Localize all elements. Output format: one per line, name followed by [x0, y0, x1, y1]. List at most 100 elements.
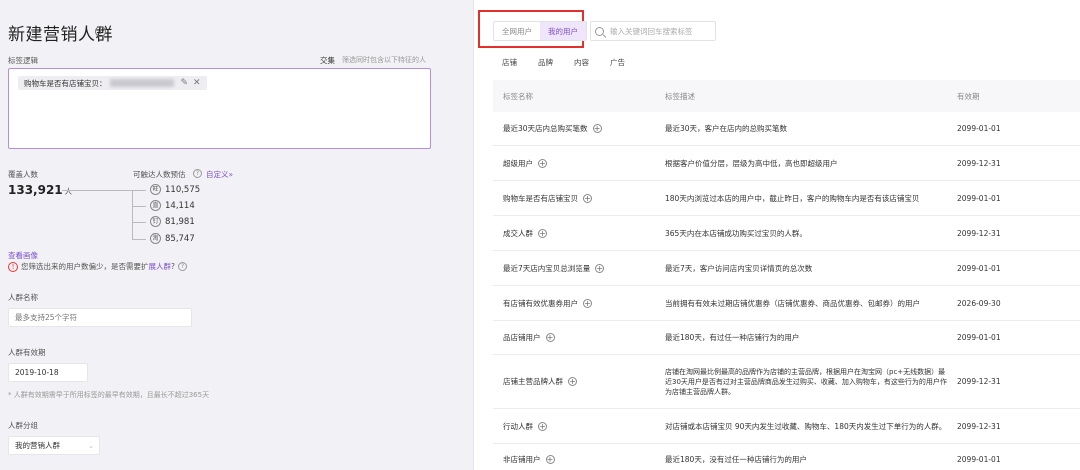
tag-desc: 180天内浏览过本店的用户中，截止昨日，客户的购物车内是否有该店铺宝贝 [665, 193, 920, 203]
warning-text: 您筛选出来的用户数偏少，是否需要扩 [21, 262, 149, 271]
tag-chip-label: 购物车是否有店铺宝贝： [24, 78, 107, 88]
warning-icon: ! [8, 261, 18, 272]
col-date-header: 有效期 [957, 91, 980, 101]
name-input[interactable] [8, 308, 192, 327]
add-tag-icon[interactable]: + [583, 298, 592, 308]
seg-all-users[interactable]: 全网用户 [494, 22, 540, 40]
portrait-link[interactable]: 查看画像 [8, 250, 38, 261]
tree-line [132, 190, 146, 191]
close-icon[interactable]: ✕ [193, 78, 201, 88]
search-icon [595, 26, 604, 36]
table-row: 品店铺用户 + 最近180天，有过任一种店铺行为的用户 2099-01-01 [493, 321, 1080, 355]
add-tag-icon[interactable]: + [545, 333, 555, 342]
table-row: 最近7天店内宝贝总浏览量 + 最近7天，客户访问店内宝贝详情页的总次数 2099-… [493, 251, 1080, 286]
tag-date: 2099-01-01 [957, 263, 1001, 273]
tab-ads[interactable]: 广告 [610, 57, 625, 68]
tag-date: 2099-12-31 [957, 158, 1001, 168]
tag-name: 最近7天店内宝贝总浏览量 [503, 263, 591, 273]
group-value: 我的营销人群 [15, 441, 60, 450]
table-row: 有店铺有效优惠券用户 + 当前拥有有效未过期店铺优惠券（店铺优惠券、商品优惠券、包… [493, 286, 1080, 321]
tab-content[interactable]: 内容 [574, 57, 589, 68]
tag-desc: 根据客户价值分层，层级为高中低，高也即超级用户 [665, 158, 838, 168]
channel-value: 110,575 [165, 184, 201, 195]
add-tag-icon[interactable]: + [538, 158, 547, 168]
warning-row: ! 您筛选出来的用户数偏少，是否需要扩 展人群 ? ? [8, 261, 187, 272]
tag-name: 成交人群 [503, 228, 533, 238]
tag-desc: 最近30天，客户在店内的总购买笔数 [665, 124, 788, 133]
tab-brand[interactable]: 品牌 [538, 57, 553, 68]
add-tag-icon[interactable]: + [592, 124, 602, 133]
table-row: 最近30天店内总购买笔数 + 最近30天，客户在店内的总购买笔数 2099-01-… [493, 112, 1080, 146]
tag-date: 2099-01-01 [957, 454, 1001, 464]
table-row: 购物车是否有店铺宝贝 + 180天内浏览过本店的用户中，截止昨日，客户的购物车内是… [493, 181, 1080, 216]
table-row: 超级用户 + 根据客户价值分层，层级为高中低，高也即超级用户 2099-12-31 [493, 146, 1080, 181]
chevron-down-icon: ⌄ [88, 441, 94, 450]
tag-date: 2099-12-31 [957, 421, 1001, 431]
channel-value: 14,114 [165, 200, 195, 211]
info-icon[interactable]: i [95, 26, 106, 37]
user-scope-toggle[interactable]: 全网用户 我的用户 [493, 21, 587, 41]
group-select[interactable]: 我的营销人群 ⌄ [8, 436, 100, 455]
tag-name: 购物车是否有店铺宝贝 [503, 193, 578, 203]
taobao-channel-icon: 淘 [150, 233, 161, 244]
category-tabs: 店铺 品牌 内容 广告 [502, 57, 646, 68]
tag-date: 2099-12-31 [957, 228, 1001, 238]
group-label: 人群分组 [8, 421, 38, 430]
edit-icon[interactable]: ✎ [181, 78, 189, 88]
tag-date: 2099-01-01 [957, 124, 1001, 133]
table-row: 店铺主营品牌人群 + 店铺在淘网最比例最高的品牌作为店铺的主营品牌，根据用户在淘宝… [493, 355, 1080, 409]
tag-name: 行动人群 [503, 421, 533, 431]
tag-table: 标签名称 标签描述 有效期 最近30天店内总购买笔数 + 最近30天，客户在店内的… [493, 80, 1080, 470]
cover-unit: 人 [64, 187, 73, 196]
wangwang-channel-icon: 旺 [150, 184, 161, 195]
tag-desc: 最近180天，有过任一种店铺行为的用户 [665, 333, 800, 342]
tag-name: 品店铺用户 [503, 333, 541, 342]
validity-date-input[interactable]: 2019-10-18 [8, 363, 88, 382]
blurred-value [109, 79, 174, 87]
add-tag-icon[interactable]: + [583, 193, 592, 203]
tag-logic-box[interactable]: 购物车是否有店铺宝贝： ✎ ✕ [8, 68, 431, 149]
table-row: 非店铺用户 + 最近180天，没有过任一种店铺行为的用户 2099-01-01 [493, 444, 1080, 470]
add-tag-icon[interactable]: + [538, 228, 547, 238]
search-placeholder: 输入关键词回车搜索标签 [610, 26, 693, 36]
tree-line [132, 222, 146, 223]
table-row: 成交人群 + 365天内在本店铺成功购买过宝贝的人群。 2099-12-31 [493, 216, 1080, 251]
seg-my-users[interactable]: 我的用户 [540, 22, 586, 40]
tag-desc: 365天内在本店铺成功购买过宝贝的人群。 [665, 228, 807, 238]
channel-row: 旺 110,575 [150, 184, 200, 195]
dingtalk-channel-icon: 钉 [150, 216, 161, 227]
tag-desc: 最近180天，没有过任一种店铺行为的用户 [665, 454, 807, 464]
name-label: 人群名称 [8, 293, 38, 302]
intersect-hint: 筛选同时包含以下特征的人 [342, 56, 426, 64]
validity-label: 人群有效期 [8, 348, 46, 357]
validity-hint: * 人群有效期需早于所用标签的最早有效期，且最长不超过365天 [8, 391, 210, 399]
tag-search-input[interactable]: 输入关键词回车搜索标签 [590, 21, 716, 41]
channel-value: 81,981 [165, 216, 195, 227]
tree-line [132, 190, 133, 239]
tag-desc: 最近7天，客户访问店内宝贝详情页的总次数 [665, 263, 813, 273]
help-icon[interactable]: ? [177, 262, 187, 271]
tag-name: 有店铺有效优惠券用户 [503, 298, 578, 308]
tag-name: 店铺主营品牌人群 [503, 377, 563, 386]
warning-question: ? [171, 262, 175, 271]
tag-date: 2099-12-31 [957, 377, 1001, 386]
help-icon[interactable]: ? [193, 169, 202, 178]
left-panel: 新建营销人群 i 标签逻辑 交集 筛选同时包含以下特征的人 购物车是否有店铺宝贝… [0, 0, 474, 470]
tag-desc: 当前拥有有效未过期店铺优惠券（店铺优惠券、商品优惠券、包邮券）的用户 [665, 298, 920, 308]
cover-label: 覆盖人数 [8, 170, 38, 179]
direct-channel-icon: 直 [150, 200, 161, 211]
tag-chip[interactable]: 购物车是否有店铺宝贝： ✎ ✕ [18, 76, 207, 90]
reach-label: 可触达人数预估 [133, 170, 186, 179]
intersect-label[interactable]: 交集 [320, 55, 335, 66]
add-tag-icon[interactable]: + [538, 421, 547, 431]
channel-row: 淘 85,747 [150, 233, 195, 244]
add-tag-icon[interactable]: + [545, 454, 555, 464]
reach-custom-link[interactable]: 自定义» [206, 169, 233, 180]
channel-value: 85,747 [165, 233, 195, 244]
tree-line [62, 190, 132, 191]
channel-row: 直 14,114 [150, 200, 195, 211]
add-tag-icon[interactable]: + [568, 377, 577, 386]
expand-link[interactable]: 展人群 [149, 261, 172, 272]
add-tag-icon[interactable]: + [595, 263, 605, 273]
tab-shop[interactable]: 店铺 [502, 57, 517, 68]
